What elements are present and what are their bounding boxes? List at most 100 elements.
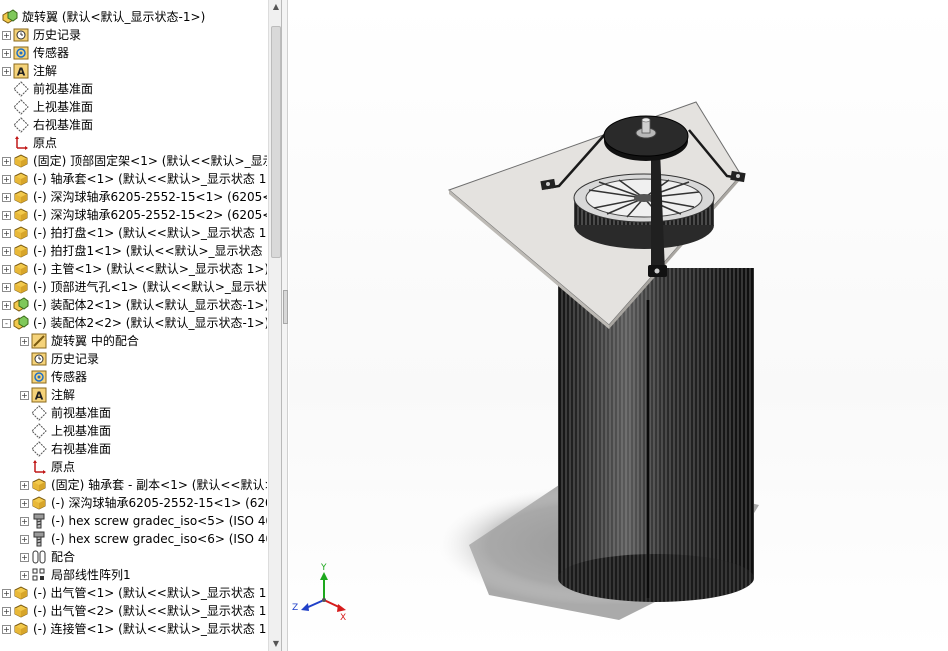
assembly-icon [13,315,29,331]
tree-scrollbar[interactable]: ▲ ▼ [268,0,281,651]
tree-item[interactable]: + (-) hex screw gradec_iso<6> (ISO 40 [0,530,267,548]
expand-icon[interactable]: + [2,192,11,202]
expand-icon[interactable]: + [2,246,11,256]
expand-icon[interactable]: + [20,570,29,580]
tree-item-label: (-) hex screw gradec_iso<5> (ISO 40 [51,514,267,528]
tree-item[interactable]: 传感器 [0,368,267,386]
expand-icon[interactable]: + [2,174,11,184]
expand-icon[interactable]: + [2,228,11,238]
tree-item[interactable]: 上视基准面 [0,98,267,116]
expand-icon[interactable]: + [2,606,11,616]
plane-icon [13,81,29,97]
tree-item-label: (固定) 顶部固定架<1> (默认<<默认>_显示 [33,154,267,168]
tree-item[interactable]: + A 注解 [0,62,267,80]
expand-icon[interactable]: + [2,588,11,598]
annotation-icon: A [31,387,47,403]
tree-item[interactable]: 原点 [0,458,267,476]
scroll-thumb[interactable] [271,26,281,258]
tree-item-label: (-) hex screw gradec_iso<6> (ISO 40 [51,532,267,546]
tree-item[interactable]: + (-) 装配体2<1> (默认<默认_显示状态-1>) [0,296,267,314]
graphics-viewport[interactable]: Y X Z [289,0,948,651]
tree-item[interactable]: + 旋转翼 中的配合 [0,332,267,350]
tree-item-label: (-) 出气管<1> (默认<<默认>_显示状态 1> [33,586,267,600]
tree-item-label: 传感器 [51,370,88,384]
expand-icon[interactable]: + [2,48,11,58]
tree-item-label: 传感器 [33,46,70,60]
tree-item[interactable]: + (-) 连接管<1> (默认<<默认>_显示状态 1> [0,620,267,638]
tree-item-label: 原点 [33,136,58,150]
panel-splitter[interactable] [282,0,288,651]
expand-icon[interactable]: + [20,552,29,562]
annotation-icon: A [13,63,29,79]
scroll-down-arrow-icon[interactable]: ▼ [269,637,281,651]
svg-text:A: A [35,390,44,403]
tree-item[interactable]: + 局部线性阵列1 [0,566,267,584]
part-icon [31,477,47,493]
expand-icon[interactable]: + [20,480,29,490]
tree-item[interactable]: + A 注解 [0,386,267,404]
tree-item[interactable]: 右视基准面 [0,116,267,134]
expand-icon[interactable]: + [2,300,11,310]
tree-item-label: 上视基准面 [33,100,94,114]
expand-icon[interactable]: + [20,498,29,508]
expand-icon[interactable]: + [2,210,11,220]
expand-icon[interactable]: + [2,624,11,634]
panel-collapse-handle[interactable] [283,290,288,324]
tree-item-label: (-) 深沟球轴承6205-2552-15<1> (6205<< [33,190,267,204]
tree-item[interactable]: + (-) 深沟球轴承6205-2552-15<2> (6205<< [0,206,267,224]
tree-item[interactable]: 前视基准面 [0,80,267,98]
expand-icon[interactable]: + [2,66,11,76]
tree-item-label: (-) 顶部进气孔<1> (默认<<默认>_显示状态 [33,280,267,294]
plane-icon [31,423,47,439]
tree-item-label: (-) 拍打盘<1> (默认<<默认>_显示状态 1> [33,226,267,240]
screw-icon [31,513,47,529]
tree-item[interactable]: + (-) 顶部进气孔<1> (默认<<默认>_显示状态 [0,278,267,296]
tree-item[interactable]: + (-) 深沟球轴承6205-2552-15<1> (6205<< [0,188,267,206]
assembly-icon [13,297,29,313]
tree-item[interactable]: + (固定) 轴承套 - 副本<1> (默认<<默认> [0,476,267,494]
expand-icon[interactable]: + [20,336,29,346]
tree-item[interactable]: + (-) 出气管<1> (默认<<默认>_显示状态 1> [0,584,267,602]
expand-icon[interactable]: + [2,282,11,292]
expand-icon[interactable]: + [20,534,29,544]
tree-item[interactable]: + (-) 深沟球轴承6205-2552-15<1> (6205 [0,494,267,512]
collapse-icon[interactable]: - [2,318,11,328]
tree-item-label: (固定) 轴承套 - 副本<1> (默认<<默认> [51,478,267,492]
scroll-up-arrow-icon[interactable]: ▲ [269,0,281,14]
tree-item[interactable]: 原点 [0,134,267,152]
tree-item[interactable]: + 配合 [0,548,267,566]
expand-icon[interactable]: + [2,156,11,166]
tree-item-label: (-) 装配体2<2> (默认<默认_显示状态-1>) [33,316,267,330]
tree-item[interactable]: - (-) 装配体2<2> (默认<默认_显示状态-1>) [0,314,267,332]
tree-item[interactable]: + (-) 拍打盘1<1> (默认<<默认>_显示状态 1 [0,242,267,260]
tree-item[interactable]: + 历史记录 [0,26,267,44]
tree-item[interactable]: + (-) hex screw gradec_iso<5> (ISO 40 [0,512,267,530]
tree-root-label: 旋转翼 (默认<默认_显示状态-1>) [22,10,206,24]
tree-item-label: (-) 深沟球轴承6205-2552-15<2> (6205<< [33,208,267,222]
tree-item[interactable]: + (-) 拍打盘<1> (默认<<默认>_显示状态 1> [0,224,267,242]
tree-root[interactable]: 旋转翼 (默认<默认_显示状态-1>) [0,8,267,26]
tree-item[interactable]: 上视基准面 [0,422,267,440]
tree-item[interactable]: + 传感器 [0,44,267,62]
tree-item[interactable]: + (-) 轴承套<1> (默认<<默认>_显示状态 1> [0,170,267,188]
tree-item[interactable]: 历史记录 [0,350,267,368]
tree-item-label: 前视基准面 [51,406,112,420]
triad-y-label: Y [320,563,327,573]
tree-item[interactable]: + (-) 主管<1> (默认<<默认>_显示状态 1>) [0,260,267,278]
tree-item[interactable]: + (-) 出气管<2> (默认<<默认>_显示状态 1> [0,602,267,620]
origin-icon [13,135,29,151]
tree-item[interactable]: 前视基准面 [0,404,267,422]
expand-icon[interactable]: + [2,30,11,40]
expand-icon[interactable]: + [2,264,11,274]
tree-item[interactable]: 右视基准面 [0,440,267,458]
expand-icon[interactable]: + [20,516,29,526]
tree-item[interactable]: + (固定) 顶部固定架<1> (默认<<默认>_显示 [0,152,267,170]
plane-icon [31,405,47,421]
tree-item-label: (-) 深沟球轴承6205-2552-15<1> (6205 [51,496,267,510]
expand-icon[interactable]: + [20,390,29,400]
part-icon [13,171,29,187]
